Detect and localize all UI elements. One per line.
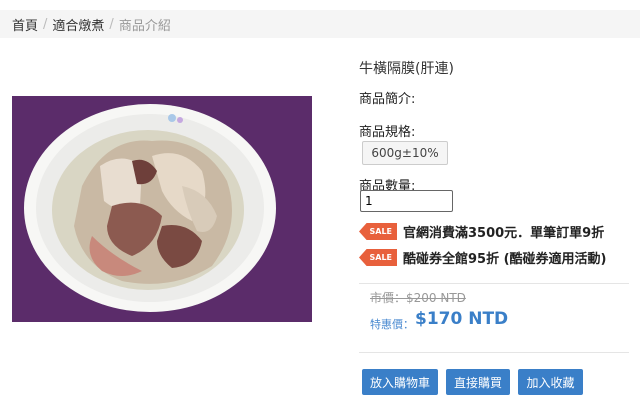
breadcrumb-separator: / — [109, 16, 114, 32]
product-title: 牛橫隔膜(肝連) — [359, 61, 454, 77]
add-to-cart-button[interactable]: 放入購物車 — [362, 369, 438, 395]
breadcrumb-current: 商品介紹 — [118, 18, 171, 34]
quantity-input[interactable] — [360, 190, 453, 212]
market-price: 市價：$200 NTD — [370, 291, 466, 305]
sale-tag-icon: SALE — [359, 249, 397, 266]
breadcrumb-separator: / — [43, 16, 48, 32]
product-intro-label: 商品簡介: — [359, 92, 416, 107]
product-spec-label: 商品規格: — [359, 125, 416, 140]
divider — [359, 352, 629, 353]
promo-text: 官網消費滿3500元．單筆訂單9折 — [403, 226, 605, 241]
promo-item: SALE 酷碰券全館95折 (酷碰券適用活動) — [359, 248, 607, 267]
promo-item: SALE 官網消費滿3500元．單筆訂單9折 — [359, 222, 604, 241]
special-price-label: 特惠價： — [370, 318, 414, 331]
special-price-value: $170 NTD — [415, 309, 509, 329]
sale-tag-icon: SALE — [359, 223, 397, 240]
promo-text: 酷碰券全館95折 (酷碰券適用活動) — [403, 252, 607, 267]
breadcrumb: 首頁 / 適合燉煮 / 商品介紹 — [0, 10, 640, 38]
spec-option-button[interactable]: 600g±10% — [362, 141, 448, 165]
add-to-favorites-button[interactable]: 加入收藏 — [518, 369, 583, 395]
divider — [359, 283, 629, 284]
buy-now-button[interactable]: 直接購買 — [446, 369, 510, 395]
product-image — [12, 96, 312, 322]
breadcrumb-home-link[interactable]: 首頁 — [12, 15, 38, 34]
soup-bowl-photo — [12, 96, 312, 322]
breadcrumb-category-link[interactable]: 適合燉煮 — [52, 15, 104, 34]
